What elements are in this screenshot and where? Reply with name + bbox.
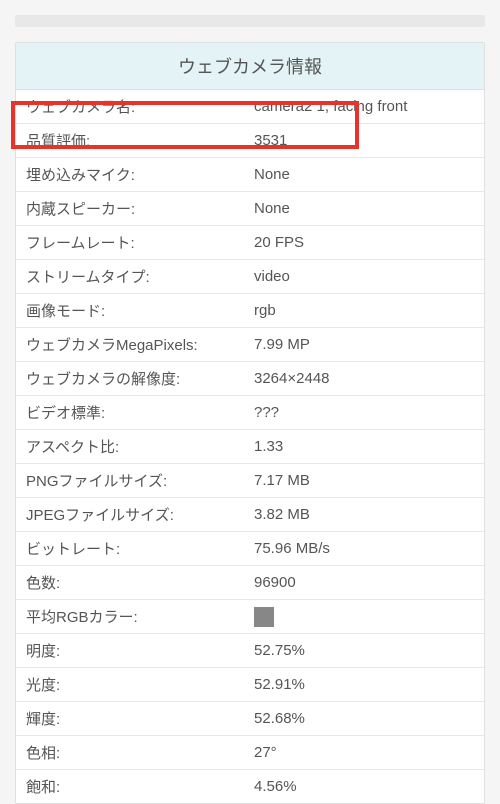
info-value: ???	[254, 404, 474, 421]
info-row: 品質評価:3531	[16, 124, 484, 158]
info-label: ウェブカメラの解像度:	[26, 368, 254, 389]
faded-header-bar	[15, 15, 485, 27]
info-label: 明度:	[26, 640, 254, 661]
info-row: 平均RGBカラー:	[16, 600, 484, 634]
info-value: 7.17 MB	[254, 472, 474, 489]
info-row: 輝度:52.68%	[16, 702, 484, 736]
info-value: None	[254, 200, 474, 217]
info-row: ストリームタイプ:video	[16, 260, 484, 294]
info-label: 輝度:	[26, 708, 254, 729]
info-label: ウェブカメラ名:	[26, 96, 254, 117]
info-label: アスペクト比:	[26, 436, 254, 457]
info-label: 画像モード:	[26, 300, 254, 321]
info-value: 52.68%	[254, 710, 474, 727]
info-label: JPEGファイルサイズ:	[26, 504, 254, 525]
info-value: 1.33	[254, 438, 474, 455]
info-value: camera2 1, facing front	[254, 98, 474, 115]
info-label: ビットレート:	[26, 538, 254, 559]
info-row: ウェブカメラMegaPixels:7.99 MP	[16, 328, 484, 362]
info-row: JPEGファイルサイズ:3.82 MB	[16, 498, 484, 532]
color-swatch	[254, 607, 274, 627]
info-row: PNGファイルサイズ:7.17 MB	[16, 464, 484, 498]
info-label: 品質評価:	[26, 130, 254, 151]
info-label: 飽和:	[26, 776, 254, 797]
info-value: 20 FPS	[254, 234, 474, 251]
info-label: ウェブカメラMegaPixels:	[26, 334, 254, 355]
info-value: video	[254, 268, 474, 285]
info-row: 画像モード:rgb	[16, 294, 484, 328]
panel-title: ウェブカメラ情報	[16, 43, 484, 90]
info-row: アスペクト比:1.33	[16, 430, 484, 464]
info-row: 光度:52.91%	[16, 668, 484, 702]
info-value: 3264×2448	[254, 370, 474, 387]
info-label: ビデオ標準:	[26, 402, 254, 423]
info-row: ウェブカメラの解像度:3264×2448	[16, 362, 484, 396]
info-value: rgb	[254, 302, 474, 319]
info-row: 飽和:4.56%	[16, 770, 484, 803]
info-row: 埋め込みマイク:None	[16, 158, 484, 192]
info-label: 埋め込みマイク:	[26, 164, 254, 185]
info-row: 色相:27°	[16, 736, 484, 770]
info-row: ウェブカメラ名:camera2 1, facing front	[16, 90, 484, 124]
info-value	[254, 607, 474, 627]
info-label: 平均RGBカラー:	[26, 606, 254, 627]
webcam-info-panel: ウェブカメラ情報 ウェブカメラ名:camera2 1, facing front…	[15, 42, 485, 804]
info-value: 27°	[254, 744, 474, 761]
info-label: PNGファイルサイズ:	[26, 470, 254, 491]
info-value: None	[254, 166, 474, 183]
info-value: 4.56%	[254, 778, 474, 795]
info-label: 色相:	[26, 742, 254, 763]
info-row: フレームレート:20 FPS	[16, 226, 484, 260]
info-label: 内蔵スピーカー:	[26, 198, 254, 219]
info-label: ストリームタイプ:	[26, 266, 254, 287]
info-row: ビットレート:75.96 MB/s	[16, 532, 484, 566]
info-row: 色数:96900	[16, 566, 484, 600]
info-value: 7.99 MP	[254, 336, 474, 353]
info-label: 色数:	[26, 572, 254, 593]
info-value: 3531	[254, 132, 474, 149]
info-value: 3.82 MB	[254, 506, 474, 523]
info-label: フレームレート:	[26, 232, 254, 253]
info-row: 内蔵スピーカー:None	[16, 192, 484, 226]
info-rows-container: ウェブカメラ名:camera2 1, facing front品質評価:3531…	[16, 90, 484, 803]
info-value: 96900	[254, 574, 474, 591]
info-row: ビデオ標準:???	[16, 396, 484, 430]
info-row: 明度:52.75%	[16, 634, 484, 668]
info-value: 52.75%	[254, 642, 474, 659]
info-value: 75.96 MB/s	[254, 540, 474, 557]
